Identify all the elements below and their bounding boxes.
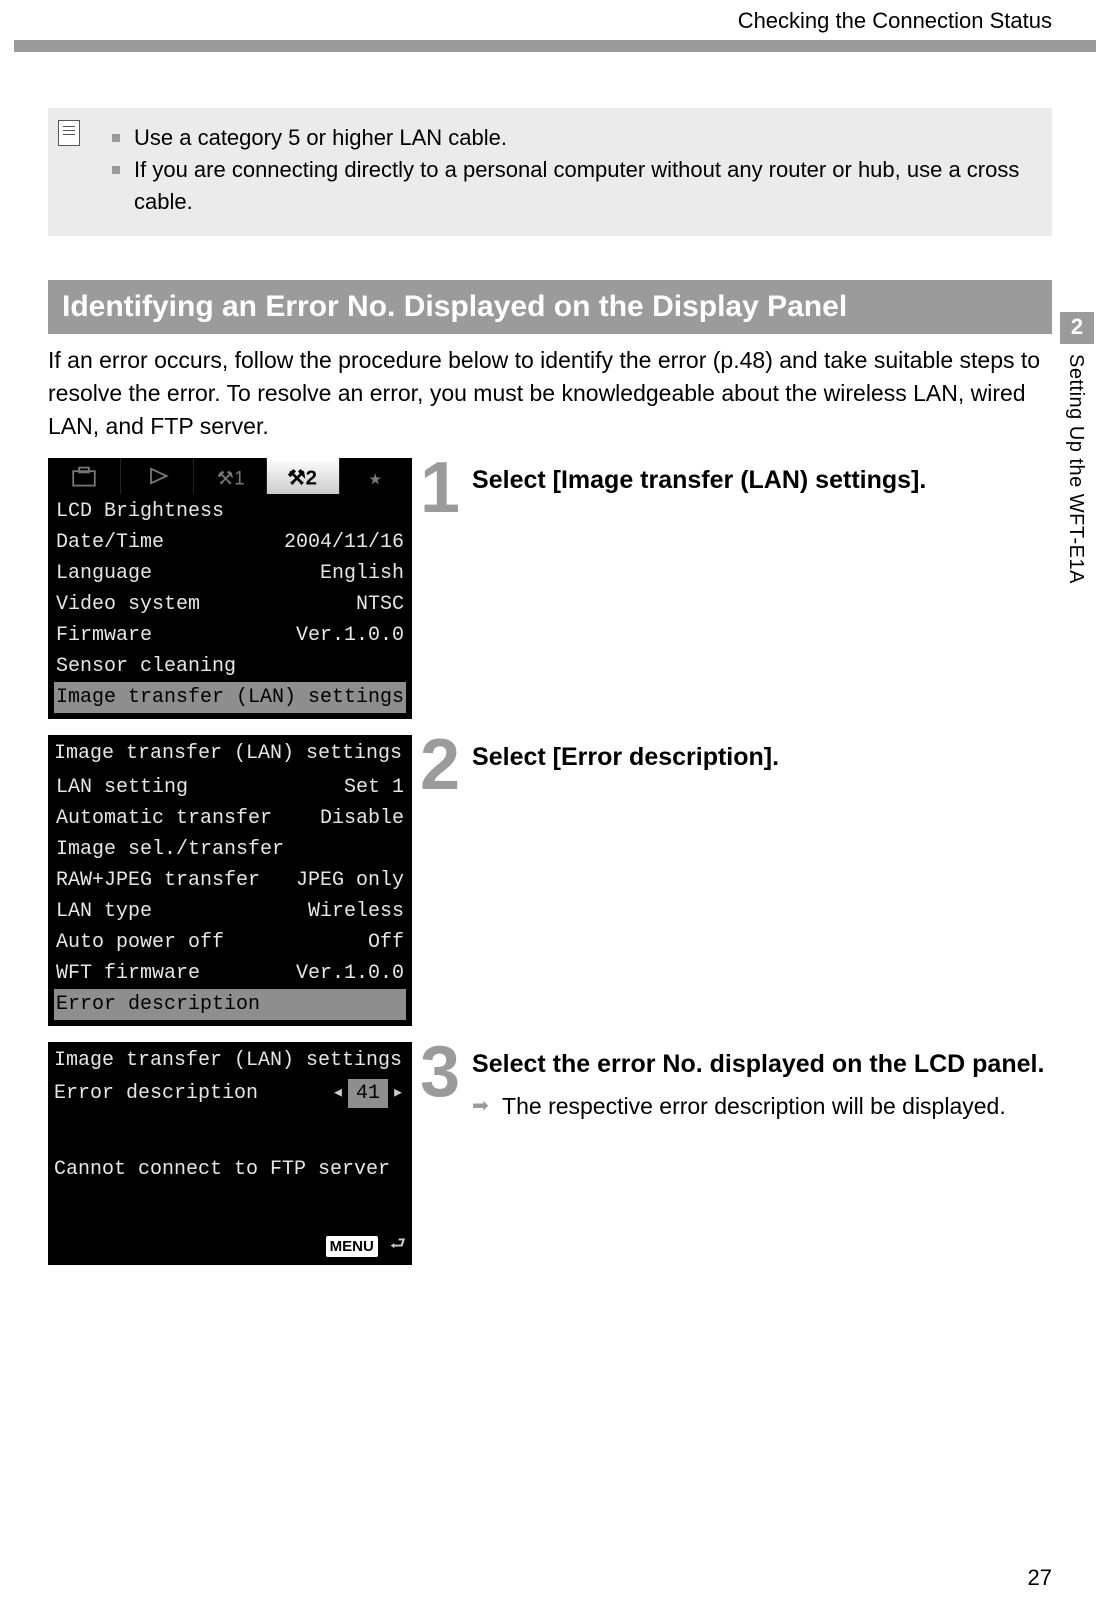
lcd-title: Image transfer (LAN) settings xyxy=(48,735,412,770)
note-icon xyxy=(58,120,80,146)
lcd-tab-play-icon xyxy=(121,458,194,494)
lcd-row: FirmwareVer.1.0.0 xyxy=(54,620,406,651)
step-1: ⚒1 ⚒2 ★ LCD Brightness Date/Time2004/11/… xyxy=(48,458,1052,719)
lcd-screenshot-2: Image transfer (LAN) settings LAN settin… xyxy=(48,735,412,1026)
header-divider xyxy=(14,40,1096,52)
step-number: 2 xyxy=(412,735,472,796)
lcd-row: LCD Brightness xyxy=(54,496,406,527)
lcd-row: Sensor cleaning xyxy=(54,651,406,682)
section-heading: Identifying an Error No. Displayed on th… xyxy=(48,280,1052,334)
lcd-tab-tools2-icon: ⚒2 xyxy=(267,458,340,494)
note-box: Use a category 5 or higher LAN cable. If… xyxy=(48,108,1052,236)
lcd-row: Automatic transferDisable xyxy=(54,803,406,834)
step-2: Image transfer (LAN) settings LAN settin… xyxy=(48,735,1052,1026)
lcd-menu-button: MENU xyxy=(326,1236,378,1258)
lcd-error-row: Error description 41 xyxy=(48,1077,412,1110)
lcd-row: Date/Time2004/11/16 xyxy=(54,527,406,558)
lcd-title: Image transfer (LAN) settings xyxy=(48,1042,412,1077)
lcd-row-selected: Error description xyxy=(54,989,406,1020)
note-item: If you are connecting directly to a pers… xyxy=(112,154,1034,218)
section-intro: If an error occurs, follow the procedure… xyxy=(48,344,1052,444)
lcd-tab-star-icon: ★ xyxy=(340,458,412,494)
lcd-screenshot-1: ⚒1 ⚒2 ★ LCD Brightness Date/Time2004/11/… xyxy=(48,458,412,719)
note-item: Use a category 5 or higher LAN cable. xyxy=(112,122,1034,154)
lcd-tab-tools1-icon: ⚒1 xyxy=(194,458,267,494)
return-icon: ⮐ xyxy=(390,1235,406,1255)
lcd-row: Auto power offOff xyxy=(54,927,406,958)
lcd-row: LanguageEnglish xyxy=(54,558,406,589)
svg-text:★: ★ xyxy=(369,467,382,491)
lcd-error-label: Error description xyxy=(54,1079,348,1108)
running-header: Checking the Connection Status xyxy=(48,0,1052,40)
step-title: Select [Image transfer (LAN) settings]. xyxy=(472,464,1052,498)
lcd-row: Video systemNTSC xyxy=(54,589,406,620)
lcd-row-selected: Image transfer (LAN) settings xyxy=(54,682,406,713)
step-number: 3 xyxy=(412,1042,472,1103)
step-number: 1 xyxy=(412,458,472,519)
lcd-row: RAW+JPEG transferJPEG only xyxy=(54,865,406,896)
step-title: Select the error No. displayed on the LC… xyxy=(472,1048,1052,1082)
lcd-error-message: Cannot connect to FTP server xyxy=(48,1110,412,1230)
lcd-error-number: 41 xyxy=(348,1079,388,1108)
lcd-row: LAN settingSet 1 xyxy=(54,772,406,803)
step-3: Image transfer (LAN) settings Error desc… xyxy=(48,1042,1052,1265)
chapter-number: 2 xyxy=(1060,312,1094,344)
lcd-row: LAN typeWireless xyxy=(54,896,406,927)
page-number: 27 xyxy=(1028,1565,1052,1591)
lcd-tab-camera-icon xyxy=(48,458,121,494)
svg-text:⚒2: ⚒2 xyxy=(287,467,317,489)
side-tab: 2 Setting Up the WFT-E1A xyxy=(1060,312,1094,594)
step-title: Select [Error description]. xyxy=(472,741,1052,775)
lcd-screenshot-3: Image transfer (LAN) settings Error desc… xyxy=(48,1042,412,1265)
step-result: The respective error description will be… xyxy=(472,1089,1052,1124)
svg-text:⚒1: ⚒1 xyxy=(217,468,245,489)
lcd-row: Image sel./transfer xyxy=(54,834,406,865)
chapter-label: Setting Up the WFT-E1A xyxy=(1060,344,1091,594)
lcd-row: WFT firmwareVer.1.0.0 xyxy=(54,958,406,989)
